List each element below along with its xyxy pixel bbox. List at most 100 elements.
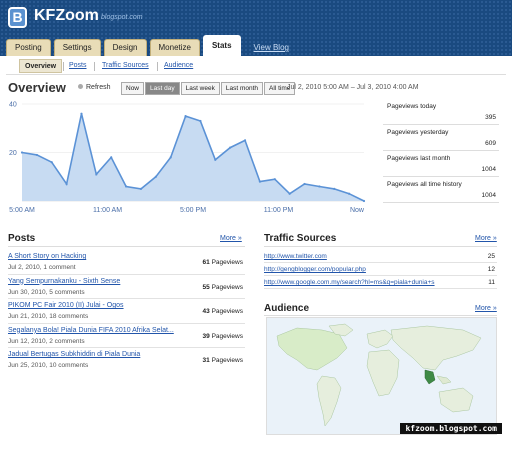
stat-value: 609 bbox=[485, 140, 496, 147]
post-meta: Jun 21, 2010, 18 comments bbox=[8, 313, 89, 320]
range-last-week-button[interactable]: Last week bbox=[180, 82, 220, 95]
data-point[interactable] bbox=[95, 173, 98, 176]
data-point[interactable] bbox=[362, 199, 366, 203]
y-tick-label: 20 bbox=[9, 150, 17, 157]
data-point[interactable] bbox=[273, 178, 276, 181]
list-item: Segalanya Bola! Piala Dunia FIFA 2010 Af… bbox=[8, 324, 245, 348]
posts-more-link[interactable]: More » bbox=[220, 235, 242, 242]
post-title-link[interactable]: Yang Sempurnakanku - Sixth Sense bbox=[8, 278, 120, 285]
tab-stats[interactable]: Stats bbox=[202, 35, 241, 56]
list-item: http://www.twitter.com 25 bbox=[264, 250, 497, 263]
data-point[interactable] bbox=[80, 112, 83, 115]
data-point[interactable] bbox=[184, 115, 187, 118]
list-item: Yang Sempurnakanku - Sixth Sense Jun 30,… bbox=[8, 275, 245, 299]
data-point[interactable] bbox=[169, 156, 172, 159]
posts-divider bbox=[8, 246, 245, 247]
data-point[interactable] bbox=[258, 180, 262, 183]
audience-divider bbox=[264, 315, 497, 316]
data-point[interactable] bbox=[139, 187, 143, 190]
subnav-divider bbox=[63, 62, 64, 71]
post-title-link[interactable]: Segalanya Bola! Piala Dunia FIFA 2010 Af… bbox=[8, 327, 174, 334]
x-tick-label: Now bbox=[350, 207, 365, 214]
tab-settings[interactable]: Settings bbox=[53, 39, 101, 56]
data-point[interactable] bbox=[303, 182, 306, 186]
tab-monetize[interactable]: Monetize bbox=[149, 39, 200, 56]
traffic-count: 12 bbox=[487, 266, 495, 273]
list-item: PIKOM PC Fair 2010 (II) Julai - Ogos Jun… bbox=[8, 299, 245, 324]
view-blog-link[interactable]: View Blog bbox=[254, 40, 289, 56]
post-pageviews: 43 Pageviews bbox=[202, 308, 243, 315]
stat-label: Pageviews today bbox=[387, 103, 437, 110]
subnav-audience[interactable]: Audience bbox=[164, 59, 193, 73]
refresh-button[interactable]: Refresh bbox=[78, 84, 111, 91]
data-point[interactable] bbox=[318, 185, 321, 188]
traffic-url-link[interactable]: http://www.twitter.com bbox=[264, 253, 469, 260]
stat-value: 395 bbox=[485, 114, 496, 121]
traffic-url-link[interactable]: http://gengblogger.com/popular.php bbox=[264, 266, 469, 273]
list-item: Jadual Bertugas Subkhiddin di Piala Duni… bbox=[8, 348, 245, 373]
world-map-icon bbox=[276, 323, 482, 427]
post-meta: Jun 25, 2010, 10 comments bbox=[8, 362, 89, 369]
data-point[interactable] bbox=[20, 151, 24, 154]
post-title-link[interactable]: Jadual Bertugas Subkhiddin di Piala Duni… bbox=[8, 351, 140, 358]
traffic-count: 11 bbox=[488, 279, 495, 286]
stat-row: Pageviews today 395 bbox=[383, 99, 499, 125]
traffic-divider bbox=[264, 246, 497, 247]
blog-url: blogspot.com bbox=[101, 14, 143, 21]
list-item: A Short Story on Hacking Jul 2, 2010, 1 … bbox=[8, 250, 245, 275]
x-tick-label: 11:00 AM bbox=[93, 207, 122, 214]
data-point[interactable] bbox=[243, 139, 247, 142]
subnav-divider bbox=[157, 62, 158, 71]
data-point[interactable] bbox=[35, 153, 38, 157]
subnav-divider bbox=[94, 62, 95, 71]
stat-row: Pageviews all time history 1004 bbox=[383, 177, 499, 203]
data-point[interactable] bbox=[50, 161, 53, 164]
post-pageviews: 61 Pageviews bbox=[202, 259, 243, 266]
data-point[interactable] bbox=[65, 182, 68, 186]
traffic-more-link[interactable]: More » bbox=[475, 235, 497, 242]
tab-design[interactable]: Design bbox=[103, 39, 147, 56]
refresh-icon bbox=[78, 84, 83, 89]
range-last-month-button[interactable]: Last month bbox=[220, 82, 264, 95]
y-tick-label: 40 bbox=[9, 102, 17, 109]
traffic-count: 25 bbox=[487, 253, 495, 260]
data-point[interactable] bbox=[333, 187, 336, 190]
data-point[interactable] bbox=[348, 192, 351, 195]
audience-more-link[interactable]: More » bbox=[475, 305, 497, 312]
stat-row: Pageviews last month 1004 bbox=[383, 151, 499, 177]
data-point[interactable] bbox=[124, 185, 128, 188]
range-selector: Now Last day Last week Last month All ti… bbox=[121, 82, 296, 95]
traffic-url-link[interactable]: http://www.google.com.my/search?hl=ms&q=… bbox=[264, 279, 469, 286]
stat-label: Pageviews yesterday bbox=[387, 129, 449, 136]
pageviews-chart: 40 20 5:00 AM 11:00 AM 5:00 PM 11:00 PM Now bbox=[9, 102, 366, 214]
subnav-overview[interactable]: Overview bbox=[19, 59, 63, 73]
data-point[interactable] bbox=[229, 146, 232, 149]
post-title-link[interactable]: A Short Story on Hacking bbox=[8, 253, 86, 260]
x-tick-label: 5:00 AM bbox=[9, 207, 35, 214]
data-point[interactable] bbox=[154, 175, 157, 178]
blogger-logo-icon[interactable]: B bbox=[8, 7, 27, 28]
overview-title: Overview bbox=[8, 80, 66, 95]
blog-name[interactable]: KFZoom bbox=[34, 7, 99, 25]
x-tick-label: 11:00 PM bbox=[264, 207, 294, 214]
post-meta: Jul 2, 2010, 1 comment bbox=[8, 264, 76, 271]
post-title-link[interactable]: PIKOM PC Fair 2010 (II) Julai - Ogos bbox=[8, 302, 124, 309]
post-pageviews: 31 Pageviews bbox=[202, 357, 243, 364]
audience-world-map[interactable] bbox=[266, 317, 497, 435]
subnav-traffic-sources[interactable]: Traffic Sources bbox=[102, 59, 149, 73]
post-pageviews: 55 Pageviews bbox=[202, 283, 243, 291]
top-header: B KFZoom blogspot.com Posting Settings D… bbox=[0, 0, 512, 56]
data-point[interactable] bbox=[110, 156, 113, 159]
data-point[interactable] bbox=[288, 192, 291, 195]
stat-label: Pageviews all time history bbox=[387, 181, 462, 188]
data-point[interactable] bbox=[214, 158, 217, 161]
post-meta: Jun 30, 2010, 5 comments bbox=[8, 288, 85, 296]
tab-posting[interactable]: Posting bbox=[6, 39, 51, 56]
refresh-label: Refresh bbox=[86, 84, 111, 91]
pageviews-area bbox=[22, 113, 364, 201]
posts-list: A Short Story on Hacking Jul 2, 2010, 1 … bbox=[8, 250, 245, 373]
range-last-day-button[interactable]: Last day bbox=[145, 82, 180, 95]
subnav-posts[interactable]: Posts bbox=[69, 59, 87, 73]
range-now-button[interactable]: Now bbox=[121, 82, 145, 95]
data-point[interactable] bbox=[199, 119, 202, 123]
